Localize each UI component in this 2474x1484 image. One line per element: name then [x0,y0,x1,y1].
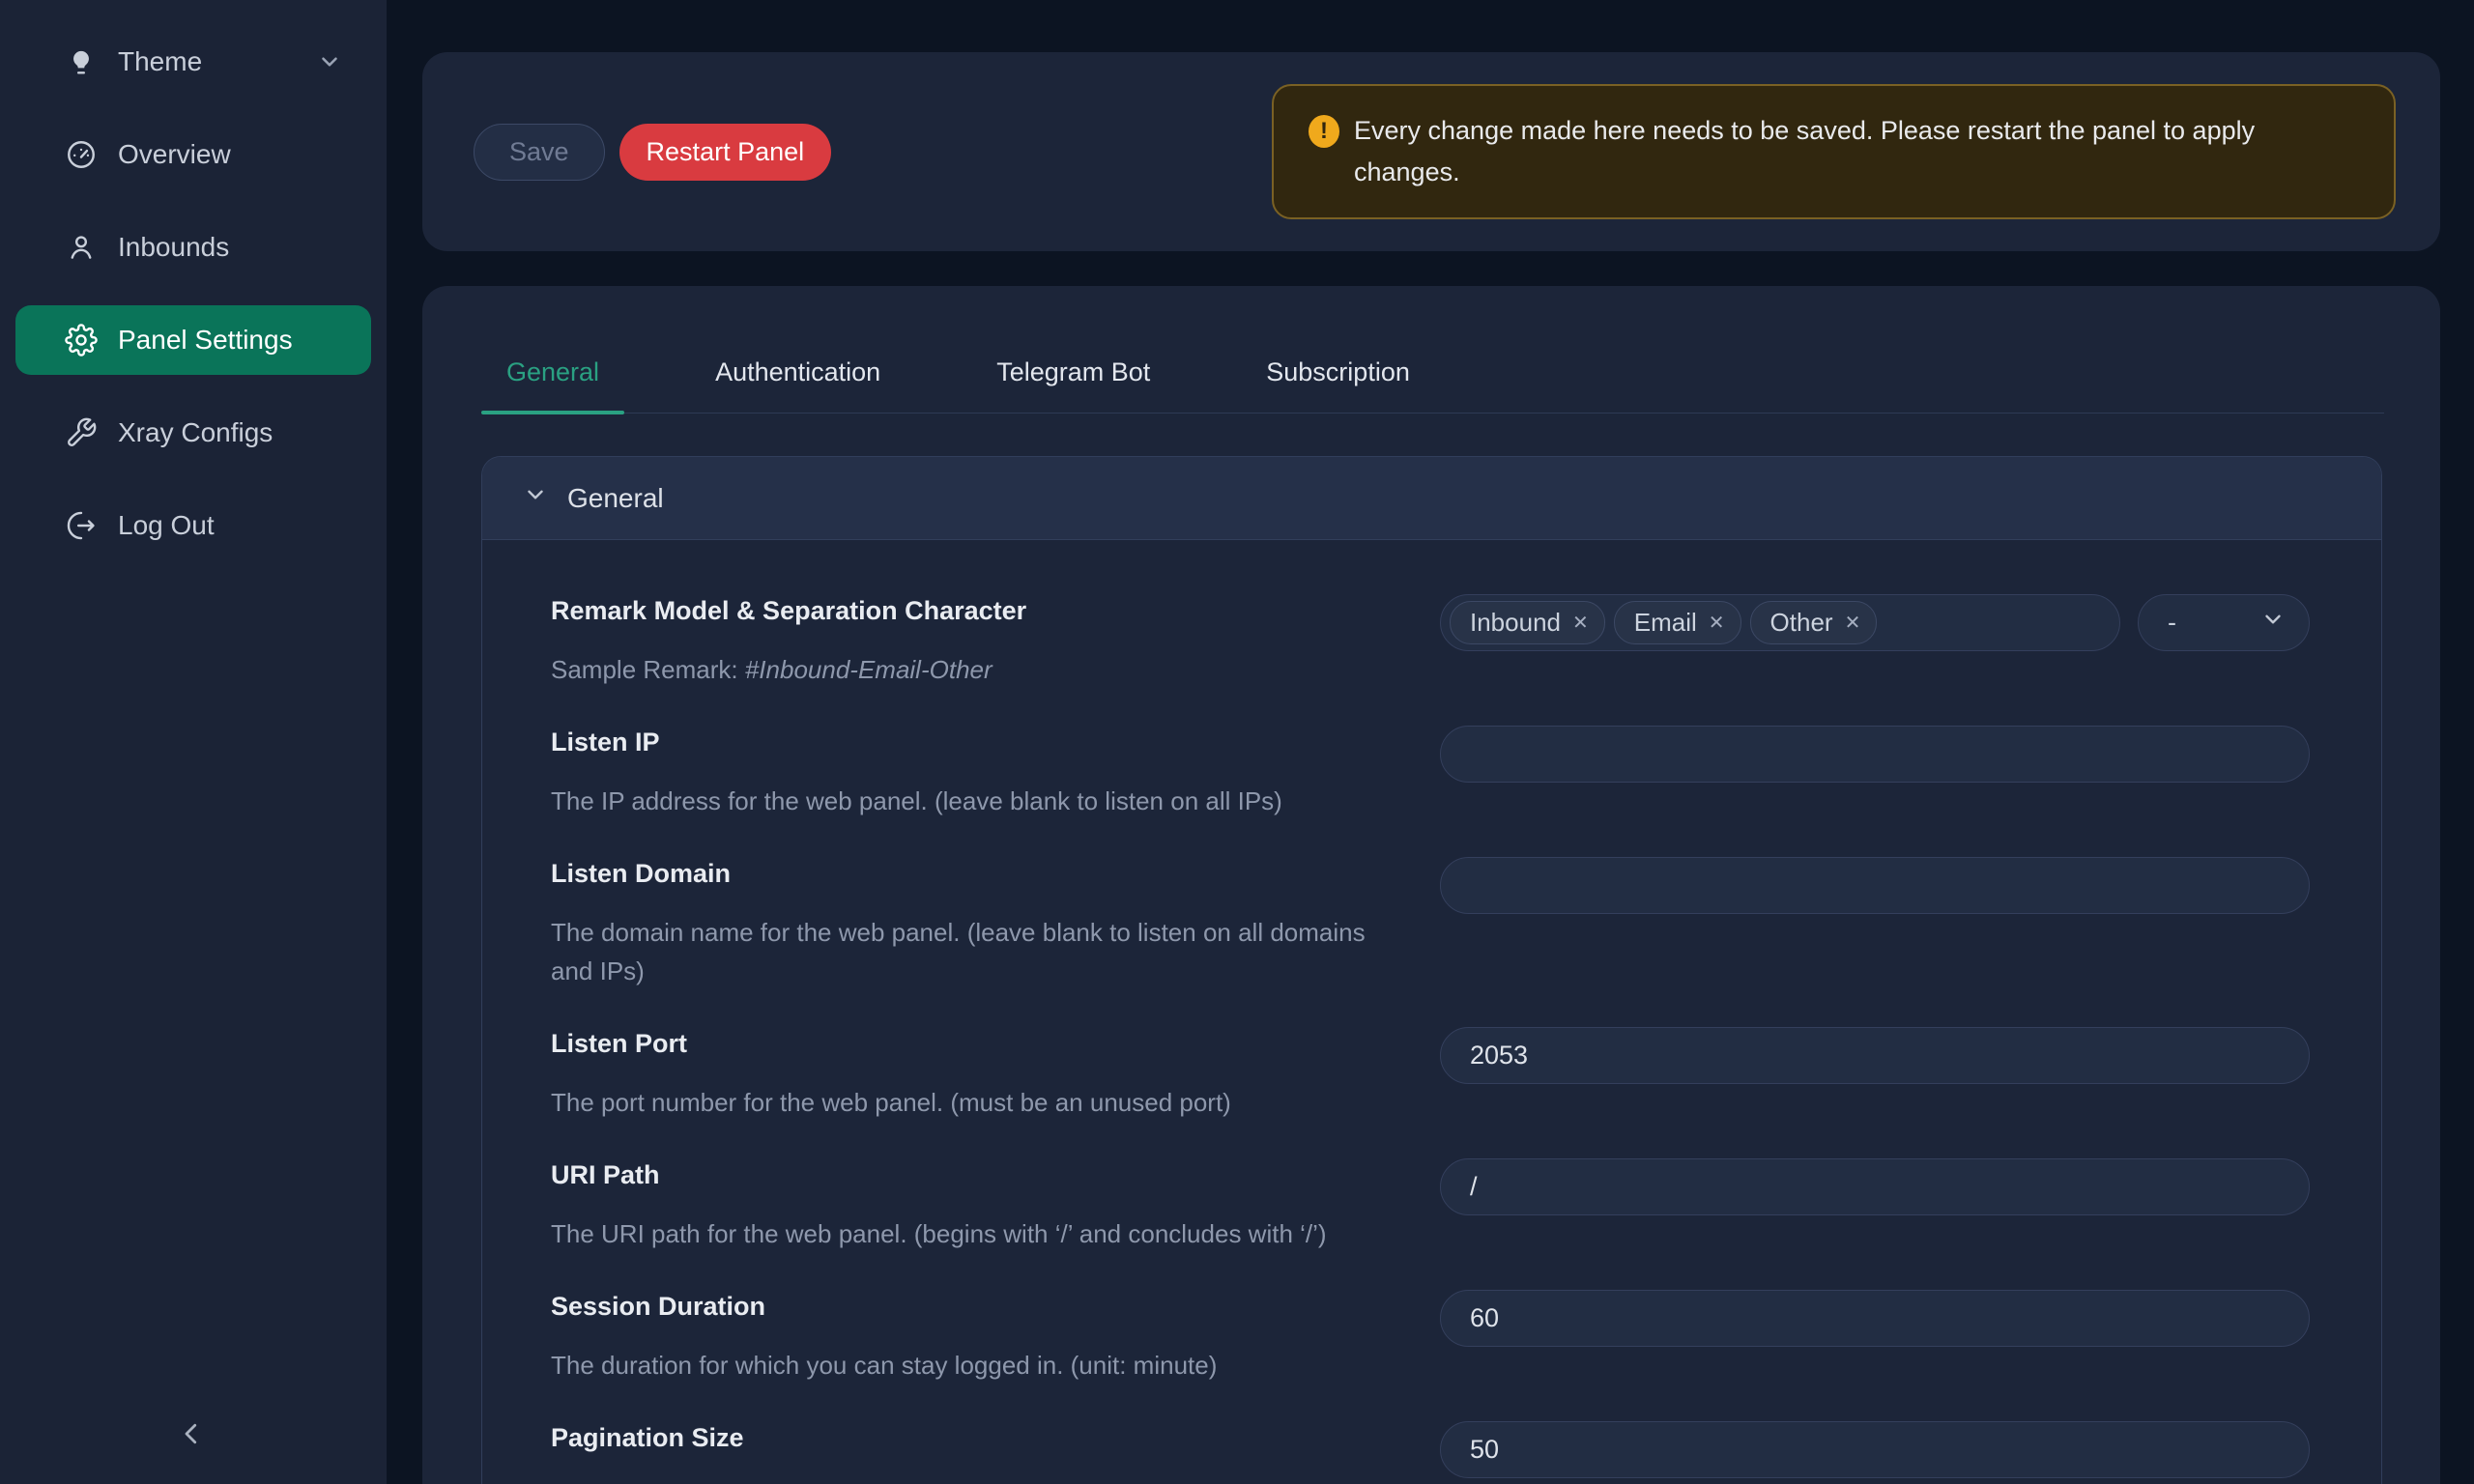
sidebar-item-label: Panel Settings [118,325,293,356]
user-icon [64,230,99,265]
listen-port-input[interactable] [1440,1027,2310,1084]
gear-icon [64,323,99,357]
lightbulb-icon [64,44,99,79]
field-description: The domain name for the web panel. (leav… [551,913,1382,990]
session-duration-input[interactable] [1440,1290,2310,1347]
sidebar-item-label: Theme [118,46,202,77]
field-label: Listen IP [551,726,1401,758]
field-uri-path: URI Path The URI path for the web panel.… [551,1158,2310,1253]
sidebar-item-xray-configs[interactable]: Xray Configs [15,398,371,468]
tab-bar: General Authentication Telegram Bot Subs… [481,357,2384,414]
tab-general[interactable]: General [481,357,624,413]
pagination-size-input[interactable] [1440,1421,2310,1478]
listen-ip-input[interactable] [1440,726,2310,783]
sidebar-item-label: Inbounds [118,232,229,263]
tag-inbound[interactable]: Inbound ✕ [1450,601,1605,644]
field-pagination-size: Pagination Size [551,1421,2310,1478]
alert-text: Every change made here needs to be saved… [1354,110,2349,193]
tab-authentication[interactable]: Authentication [690,357,906,413]
wrench-icon [64,415,99,450]
general-section: General Remark Model & Separation Charac… [481,456,2382,1484]
chevron-left-icon [177,1419,206,1453]
sidebar-item-log-out[interactable]: Log Out [15,491,371,560]
field-description: The URI path for the web panel. (begins … [551,1214,1401,1253]
tag-email[interactable]: Email ✕ [1614,601,1741,644]
general-section-body: Remark Model & Separation Character Samp… [482,540,2381,1484]
close-icon[interactable]: ✕ [1572,611,1589,635]
separator-value: - [2168,608,2176,638]
close-icon[interactable]: ✕ [1709,611,1725,635]
listen-domain-input[interactable] [1440,857,2310,914]
field-listen-domain: Listen Domain The domain name for the we… [551,857,2310,990]
tag-other[interactable]: Other ✕ [1750,601,1878,644]
sidebar-item-label: Log Out [118,510,215,541]
toolbar-card: Save Restart Panel ! Every change made h… [422,52,2440,251]
separator-select[interactable]: - [2138,594,2310,651]
sidebar-item-theme[interactable]: Theme [15,27,371,97]
sample-remark: #Inbound-Email-Other [745,655,992,684]
chevron-down-icon[interactable] [317,49,342,74]
sidebar-item-label: Overview [118,139,231,170]
field-listen-port: Listen Port The port number for the web … [551,1027,2310,1122]
settings-card: General Authentication Telegram Bot Subs… [422,286,2440,1484]
sidebar-item-overview[interactable]: Overview [15,120,371,189]
remark-model-multiselect[interactable]: Inbound ✕ Email ✕ Other ✕ [1440,594,2120,651]
sidebar-item-label: Xray Configs [118,417,273,448]
uri-path-input[interactable] [1440,1158,2310,1215]
field-label: Pagination Size [551,1421,1401,1454]
close-icon[interactable]: ✕ [1845,611,1861,635]
field-remark-model: Remark Model & Separation Character Samp… [551,594,2310,689]
sidebar-item-panel-settings[interactable]: Panel Settings [15,305,371,375]
field-listen-ip: Listen IP The IP address for the web pan… [551,726,2310,820]
panel-settings-page: Theme Overview Inbounds Panel Settings [0,0,2474,1484]
sidebar: Theme Overview Inbounds Panel Settings [0,0,387,1484]
field-description: Sample Remark: #Inbound-Email-Other [551,650,1382,689]
field-description: The IP address for the web panel. (leave… [551,782,1401,820]
field-label: Listen Domain [551,857,1401,890]
content-area: Save Restart Panel ! Every change made h… [387,0,2474,1484]
dashboard-icon [64,137,99,172]
tab-subscription[interactable]: Subscription [1241,357,1435,413]
field-session-duration: Session Duration The duration for which … [551,1290,2310,1384]
restart-warning-alert: ! Every change made here needs to be sav… [1272,84,2396,219]
field-label: Listen Port [551,1027,1401,1060]
section-title: General [567,483,664,514]
save-button[interactable]: Save [474,124,605,181]
field-label: URI Path [551,1158,1401,1191]
warning-icon: ! [1309,115,1339,148]
chevron-down-icon [2260,607,2286,639]
restart-panel-button[interactable]: Restart Panel [619,124,832,181]
field-label: Remark Model & Separation Character [551,594,1401,627]
sidebar-item-inbounds[interactable]: Inbounds [15,213,371,282]
general-section-header[interactable]: General [482,457,2381,540]
field-description: The duration for which you can stay logg… [551,1346,1401,1384]
field-description: The port number for the web panel. (must… [551,1083,1401,1122]
sidebar-collapse-button[interactable] [166,1411,216,1461]
tab-telegram-bot[interactable]: Telegram Bot [971,357,1175,413]
chevron-down-icon [523,482,548,514]
logout-icon [64,508,99,543]
field-label: Session Duration [551,1290,1401,1323]
